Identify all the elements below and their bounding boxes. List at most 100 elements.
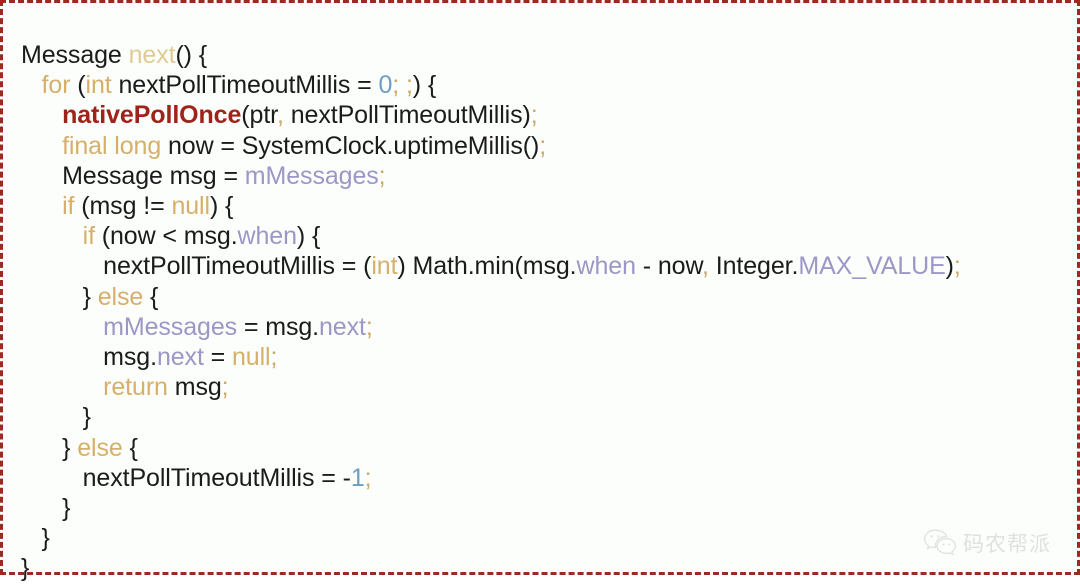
code-token-plain: { xyxy=(143,282,159,311)
code-token-punctuation: ; xyxy=(953,252,961,281)
code-token-plain: nextPollTimeoutMillis) xyxy=(283,101,531,130)
code-line: msg.next = null; xyxy=(21,342,1067,372)
code-token-plain: ) xyxy=(945,252,954,281)
code-token-punctuation: ; xyxy=(221,373,229,402)
code-token-punctuation: ; xyxy=(530,101,538,130)
code-snippet-frame: Message next() { for (int nextPollTimeou… xyxy=(0,0,1080,582)
code-token-plain: } xyxy=(82,403,91,432)
code-line: if (now < msg.when) { xyxy=(21,221,1067,251)
code-token-punctuation: ; xyxy=(364,463,372,492)
code-token-plain: } xyxy=(62,494,71,523)
code-token-keyword: if xyxy=(82,222,95,251)
code-token-punctuation: ; xyxy=(365,312,373,341)
code-token-punctuation: , xyxy=(277,101,284,130)
code-token-plain: (msg != xyxy=(74,192,172,221)
code-token-keyword: return xyxy=(103,373,168,402)
code-token-plain: - now xyxy=(635,252,703,281)
code-token-number: 1 xyxy=(350,463,365,492)
code-token-field: when xyxy=(576,252,636,281)
code-token-plain: = xyxy=(203,343,232,372)
code-token-plain: (ptr xyxy=(241,101,278,130)
code-line: if (msg != null) { xyxy=(21,191,1067,221)
code-token-plain: () { xyxy=(175,41,207,69)
code-token-plain: nextPollTimeoutMillis = - xyxy=(82,463,351,492)
code-token-field: next xyxy=(156,343,204,372)
code-line: } xyxy=(21,523,1067,553)
code-token-plain: ) { xyxy=(412,71,437,100)
code-token-plain: ) Math.min(msg. xyxy=(397,252,577,281)
code-token-punctuation: ; xyxy=(378,161,386,190)
code-line: } xyxy=(21,553,1067,583)
code-token-keyword: for xyxy=(41,71,78,100)
code-line: final long now = SystemClock.uptimeMilli… xyxy=(21,131,1067,161)
code-token-keyword: else xyxy=(97,282,144,311)
code-token-plain: } xyxy=(41,524,50,553)
code-token-plain: } xyxy=(21,554,30,583)
code-token-plain: ) { xyxy=(209,192,234,221)
code-token-plain: = msg. xyxy=(237,312,319,341)
code-line: nextPollTimeoutMillis = (int) Math.min(m… xyxy=(21,251,1067,281)
code-line: } else { xyxy=(21,282,1067,312)
code-token-field: MAX_VALUE xyxy=(798,252,946,281)
code-token-plain: nextPollTimeoutMillis = xyxy=(111,71,379,100)
code-token-plain: msg. xyxy=(103,343,157,372)
code-line: for (int nextPollTimeoutMillis = 0; ;) { xyxy=(21,70,1067,100)
code-line: } xyxy=(21,493,1067,523)
code-token-plain: { xyxy=(122,433,138,462)
code-line: mMessages = msg.next; xyxy=(21,312,1067,342)
code-line: } xyxy=(21,402,1067,432)
code-token-plain: Integer. xyxy=(708,252,799,281)
code-token-plain: ( xyxy=(77,71,86,100)
code-token-field: when xyxy=(237,222,297,251)
code-token-punctuation: ; ; xyxy=(392,71,413,100)
code-line: Message msg = mMessages; xyxy=(21,161,1067,191)
code-block: Message next() { for (int nextPollTimeou… xyxy=(21,40,1067,584)
code-token-punctuation: ; xyxy=(270,343,278,372)
code-token-punctuation: , xyxy=(702,252,709,281)
code-token-keyword: int xyxy=(371,252,398,281)
code-token-plain: } xyxy=(62,433,78,462)
code-token-keyword: if xyxy=(62,192,75,221)
code-token-keyword: int xyxy=(85,71,112,100)
code-token-method: next xyxy=(128,41,176,69)
code-line: Message next() { xyxy=(21,40,1067,70)
code-token-keyword: else xyxy=(77,433,123,462)
code-token-native-method: nativePollOnce xyxy=(62,101,242,130)
code-token-punctuation: ; xyxy=(539,131,547,160)
code-token-field: next xyxy=(319,312,366,341)
code-token-plain: msg xyxy=(167,373,222,402)
code-line: return msg; xyxy=(21,372,1067,402)
code-token-plain: now = SystemClock.uptimeMillis() xyxy=(161,131,540,160)
code-token-plain: Message msg = xyxy=(62,161,245,190)
code-line: nativePollOnce(ptr, nextPollTimeoutMilli… xyxy=(21,100,1067,130)
code-token-plain: (now < msg. xyxy=(94,222,238,251)
code-token-plain: nextPollTimeoutMillis = ( xyxy=(103,252,372,281)
code-token-keyword: null xyxy=(232,343,271,372)
code-line: } else { xyxy=(21,433,1067,463)
code-token-keyword: final long xyxy=(62,131,162,160)
code-token-field: mMessages xyxy=(244,161,379,190)
code-token-keyword: null xyxy=(171,192,210,221)
code-token-field: mMessages xyxy=(103,312,238,341)
code-token-plain: Message xyxy=(21,41,129,69)
code-token-plain: } xyxy=(82,282,98,311)
code-token-plain: ) { xyxy=(296,222,321,251)
code-line: nextPollTimeoutMillis = -1; xyxy=(21,463,1067,493)
code-token-number: 0 xyxy=(378,71,393,100)
